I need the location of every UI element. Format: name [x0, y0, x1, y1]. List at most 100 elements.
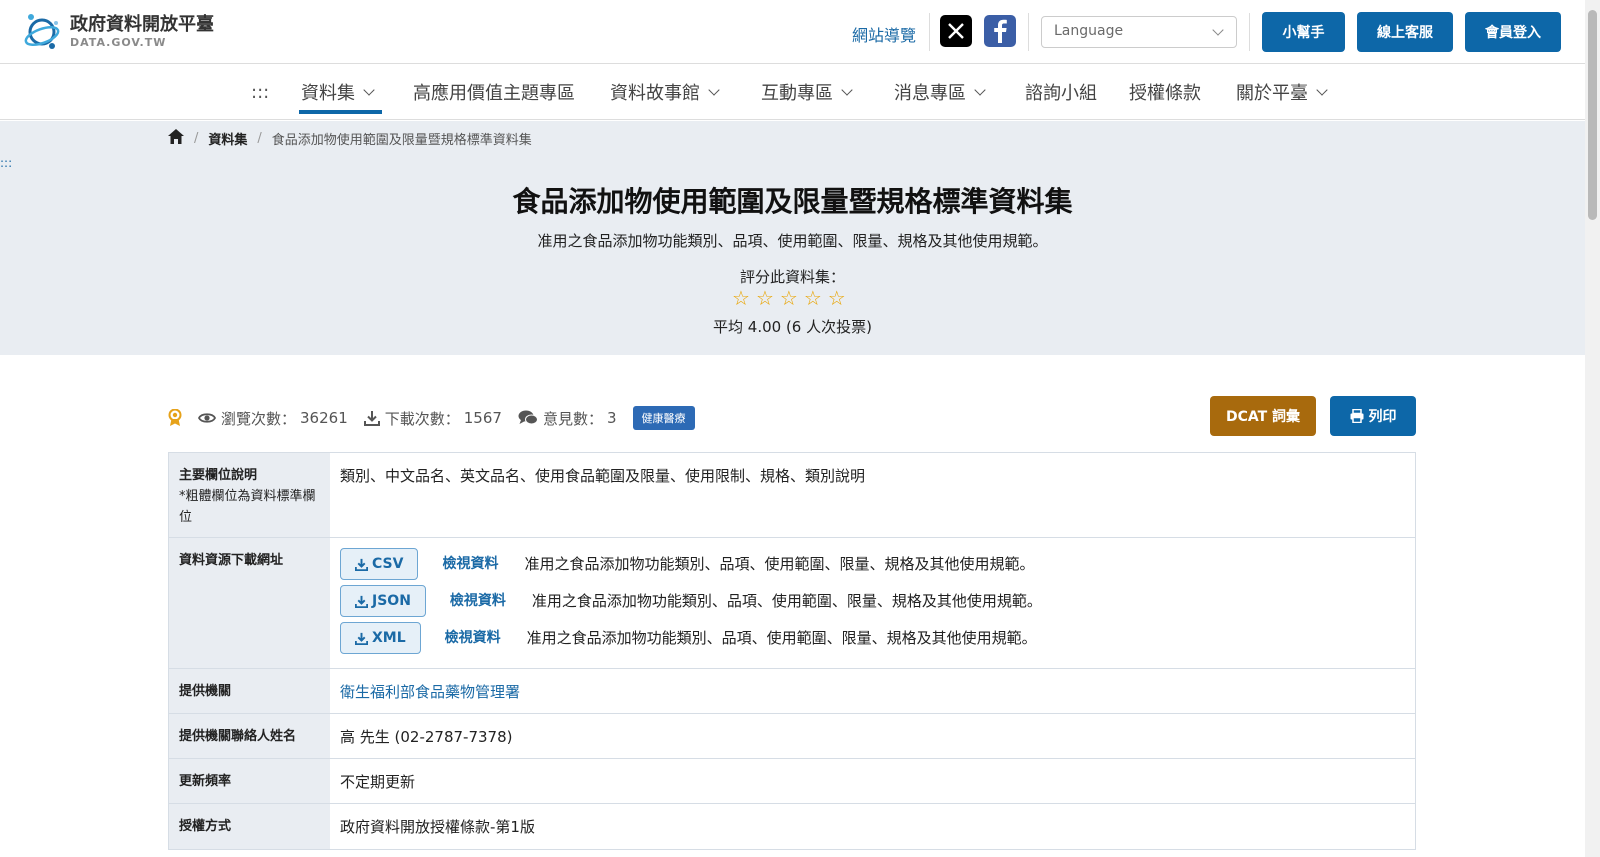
sitemap-link[interactable]: 網站導覽 [852, 22, 916, 46]
star-icon[interactable]: ☆ [756, 288, 774, 308]
dataset-title: 食品添加物使用範圍及限量暨規格標準資料集 [512, 185, 1073, 218]
nav-item-label: 資料集 [301, 83, 355, 104]
dataset-stats: 瀏覽次數： 36261 下載次數： 1567 意見數： 3 健康醫療 [168, 406, 695, 430]
format-label: XML [372, 630, 406, 646]
comments-label: 意見數： [542, 409, 603, 428]
nav-item-label: 互動專區 [761, 83, 833, 104]
content-skip-link[interactable]: ::: [0, 156, 12, 170]
scrollbar-thumb[interactable] [1588, 10, 1597, 220]
star-icon[interactable]: ☆ [804, 288, 822, 308]
logo-subtitle: DATA.GOV.TW [70, 35, 167, 49]
resources-list: CSV 檢視資料 准用之食品添加物功能類別、品項、使用範圍、限量、規格及其他使用… [330, 538, 1415, 668]
dcat-button[interactable]: DCAT 詞彙 [1210, 396, 1316, 436]
resource-description: 准用之食品添加物功能類別、品項、使用範圍、限量、規格及其他使用規範。 [531, 592, 1042, 610]
views-stat: 瀏覽次數： 36261 [198, 408, 348, 429]
resource-item: XML 檢視資料 准用之食品添加物功能類別、品項、使用範圍、限量、規格及其他使用… [340, 622, 1405, 654]
home-icon[interactable] [168, 129, 184, 148]
breadcrumb-current: 食品添加物使用範圍及限量暨規格標準資料集 [271, 133, 532, 148]
facebook-icon[interactable] [984, 15, 1016, 47]
print-icon [1350, 409, 1364, 423]
print-label: 列印 [1368, 409, 1397, 425]
language-select[interactable]: Language [1041, 16, 1237, 48]
fields-label: 主要欄位說明 [179, 468, 258, 483]
nav-item-about[interactable]: 關於平臺 [1236, 78, 1328, 106]
download-xml-button[interactable]: XML [340, 622, 421, 654]
comments-count: 3 [606, 409, 617, 427]
rating-stars: ☆ ☆ ☆ ☆ ☆ [732, 288, 846, 308]
format-label: JSON [372, 593, 411, 609]
chevron-down-icon [841, 83, 853, 96]
nav-item-label: 諮詢小組 [1025, 83, 1097, 104]
nav-item-stories[interactable]: 資料故事館 [610, 78, 720, 106]
login-button[interactable]: 會員登入 [1465, 12, 1561, 52]
divider [1028, 13, 1029, 51]
contact-value: 高 先生 (02-2787-7378) [340, 728, 513, 746]
views-label: 瀏覽次數： [221, 409, 297, 428]
downloads-count: 1567 [463, 409, 502, 427]
provider-link[interactable]: 衛生福利部食品藥物管理署 [330, 669, 1415, 713]
nav-item-interactive[interactable]: 互動專區 [761, 78, 853, 106]
star-icon[interactable]: ☆ [780, 288, 798, 308]
resource-description: 准用之食品添加物功能類別、品項、使用範圍、限量、規格及其他使用規範。 [524, 555, 1035, 573]
nav-item-datasets[interactable]: 資料集 [301, 78, 375, 106]
site-logo[interactable]: 政府資料開放平臺 DATA.GOV.TW [22, 10, 214, 52]
divider [929, 13, 930, 51]
nav-item-high-value[interactable]: 高應用價值主題專區 [413, 78, 575, 106]
frequency-label: 更新頻率 [169, 759, 330, 803]
download-csv-button[interactable]: CSV [340, 548, 419, 580]
table-row: 授權方式 政府資料開放授權條款-第1版 [169, 804, 1415, 849]
table-row: 資料資源下載網址 CSV 檢視資料 准用之食品添加物功能類別、品項、使用範圍、限… [169, 538, 1415, 669]
resource-description: 准用之食品添加物功能類別、品項、使用範圍、限量、規格及其他使用規範。 [526, 629, 1037, 647]
fields-value: 類別、中文品名、英文品名、使用食品範圍及限量、使用限制、規格、類別說明 [340, 467, 866, 485]
nav-skip-link[interactable]: ::: [251, 78, 269, 106]
row-header: 主要欄位說明 *粗體欄位為資料標準欄位 [169, 453, 330, 537]
divider [1249, 13, 1250, 51]
downloads-stat: 下載次數： 1567 [363, 408, 502, 429]
chevron-down-icon [974, 83, 986, 96]
nav-item-license[interactable]: 授權條款 [1129, 78, 1201, 106]
contact-label: 提供機關聯絡人姓名 [169, 714, 330, 758]
logo-mark-icon [22, 10, 62, 52]
award-icon [168, 408, 182, 427]
star-icon[interactable]: ☆ [732, 288, 750, 308]
chevron-down-icon [708, 83, 720, 96]
language-select-value: Language [1054, 23, 1124, 39]
breadcrumb-separator: / [257, 131, 262, 146]
dataset-description: 准用之食品添加物功能類別、品項、使用範圍、限量、規格及其他使用規範。 [537, 232, 1048, 250]
resources-label: 資料資源下載網址 [169, 538, 330, 668]
nav-item-label: 高應用價值主題專區 [413, 83, 575, 104]
downloads-label: 下載次數： [384, 409, 460, 428]
breadcrumb-datasets[interactable]: 資料集 [208, 129, 247, 148]
comments-icon [518, 410, 538, 426]
views-count: 36261 [300, 409, 348, 427]
nav-item-news[interactable]: 消息專區 [894, 78, 986, 106]
site-header: 政府資料開放平臺 DATA.GOV.TW 網站導覽 Language 小幫手 線… [0, 0, 1585, 64]
view-data-link[interactable]: 檢視資料 [445, 627, 501, 649]
dataset-info-table: 主要欄位說明 *粗體欄位為資料標準欄位 類別、中文品名、英文品名、使用食品範圍及… [168, 452, 1416, 850]
print-button[interactable]: 列印 [1330, 396, 1416, 436]
format-label: CSV [372, 556, 404, 572]
nav-item-label: 授權條款 [1129, 83, 1201, 104]
nav-item-advisory[interactable]: 諮詢小組 [1025, 78, 1097, 106]
main-nav: ::: 資料集 高應用價值主題專區 資料故事館 互動專區 消息專區 諮詢小組 授… [0, 64, 1585, 120]
resource-item: JSON 檢視資料 准用之食品添加物功能類別、品項、使用範圍、限量、規格及其他使… [340, 585, 1405, 617]
nav-item-label: 消息專區 [894, 83, 966, 104]
chevron-down-icon [1212, 24, 1224, 36]
x-logo-icon[interactable] [940, 15, 972, 47]
star-icon[interactable]: ☆ [828, 288, 846, 308]
download-json-button[interactable]: JSON [340, 585, 426, 617]
support-button[interactable]: 線上客服 [1357, 12, 1453, 52]
logo-title: 政府資料開放平臺 [70, 13, 214, 35]
category-badge[interactable]: 健康醫療 [632, 406, 695, 430]
nav-active-indicator [299, 110, 382, 114]
nav-item-label: 關於平臺 [1236, 83, 1308, 104]
table-row: 更新頻率 不定期更新 [169, 759, 1415, 804]
frequency-value: 不定期更新 [340, 773, 416, 791]
helper-button[interactable]: 小幫手 [1262, 12, 1345, 52]
view-data-link[interactable]: 檢視資料 [450, 590, 506, 612]
download-icon [363, 410, 380, 426]
fields-note: *粗體欄位為資料標準欄位 [179, 489, 316, 525]
view-data-link[interactable]: 檢視資料 [442, 553, 498, 575]
chevron-down-icon [363, 83, 375, 96]
license-value: 政府資料開放授權條款-第1版 [340, 818, 535, 836]
